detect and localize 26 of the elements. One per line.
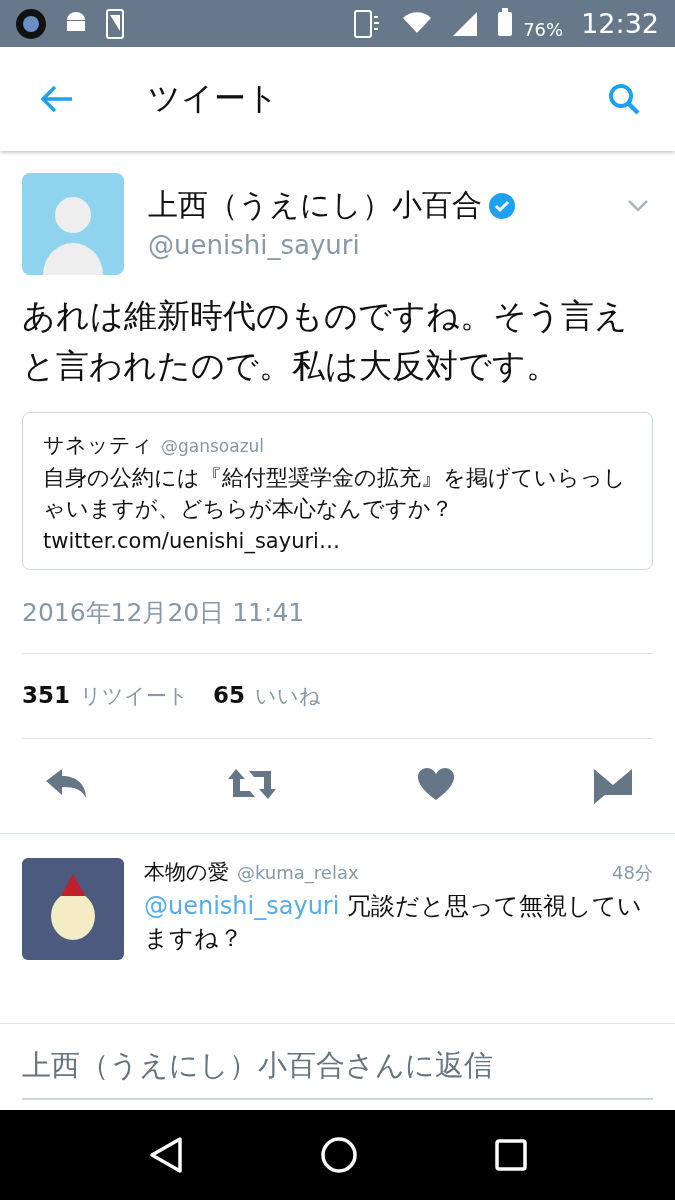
reply-author-name: 本物の愛 bbox=[144, 858, 229, 886]
quoted-author-name: サネッティ bbox=[43, 433, 153, 457]
quoted-tweet-card[interactable]: サネッティ @gansoazul 自身の公約には『給付型奨学金の拡充』を掲げていらっしゃいますが、どちらが本心なんですか？ twitter.com/uenishi_sayuri… bbox=[22, 412, 653, 570]
battery-icon bbox=[497, 7, 514, 36]
author-handle: @uenishi_sayuri bbox=[148, 230, 361, 260]
quoted-author-handle: @gansoazul bbox=[161, 436, 265, 456]
battery-percent: 76% bbox=[523, 18, 564, 40]
tweet-text: あれは維新時代のものですね。そう言えと言われたので。私は大反対です。 bbox=[22, 295, 629, 387]
quoted-tweet-text: 自身の公約には『給付型奨学金の拡充』を掲げていらっしゃいますが、どちらが本心なんですか？ bbox=[43, 464, 627, 523]
quoted-tweet-link[interactable]: twitter.com/uenishi_sayuri… bbox=[43, 528, 632, 553]
clock: 12:32 bbox=[581, 8, 659, 39]
stat-label[interactable]: リツイート bbox=[80, 681, 189, 710]
stat-label[interactable]: いいね bbox=[255, 681, 322, 710]
reply-avatar-placeholder[interactable] bbox=[22, 857, 124, 960]
reply-input-field[interactable]: 上西（うえにし）小百合さんに返信 bbox=[22, 1034, 653, 1100]
author-name: 上西（うえにし）小百合 bbox=[148, 186, 482, 224]
screen-title: ツイート bbox=[148, 78, 280, 119]
app-icon bbox=[16, 8, 46, 39]
reply-text: @uenishi_sayuri 冗談だと思って無視していますね？ bbox=[144, 890, 644, 954]
reply-time: 48分 bbox=[612, 860, 653, 885]
phone-icon bbox=[106, 8, 124, 39]
mention-link[interactable]: @uenishi_sayuri bbox=[144, 891, 340, 920]
stat-count: 351 bbox=[22, 681, 70, 708]
tweet-timestamp: 2016年12月20日 11:41 bbox=[22, 569, 653, 654]
reply-author-handle: @kuma_relax bbox=[237, 861, 360, 883]
stat-count: 65 bbox=[213, 681, 246, 708]
